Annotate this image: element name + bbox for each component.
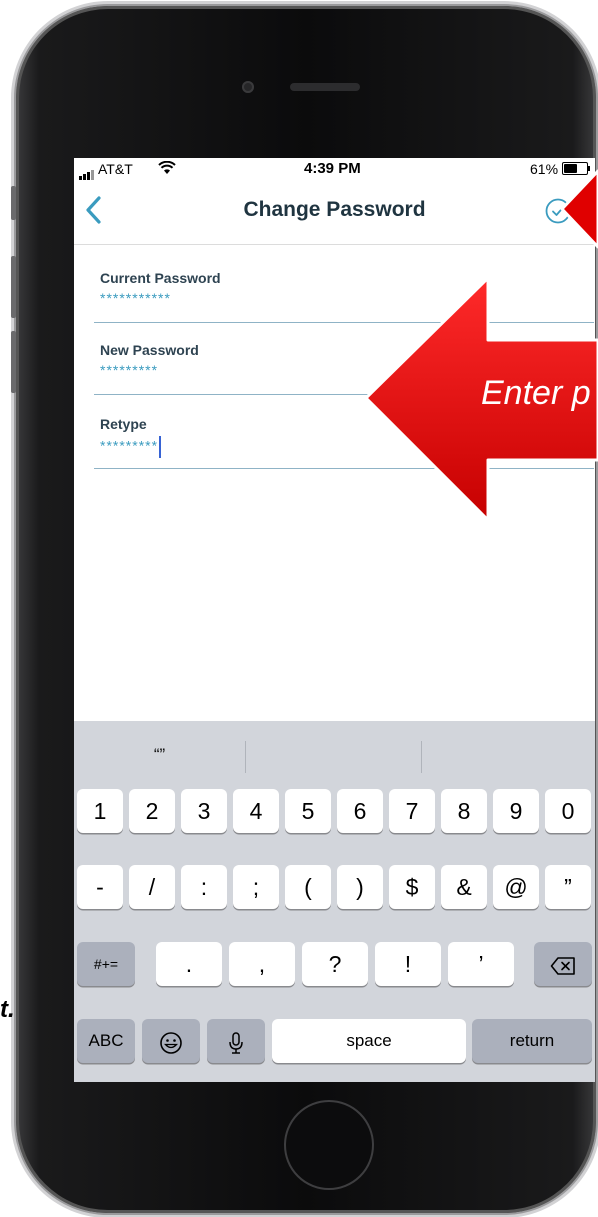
suggestion-bar: “” <box>74 721 595 789</box>
space-key[interactable]: space <box>272 1019 466 1063</box>
key-3[interactable]: 3 <box>181 789 227 833</box>
key-hyphen[interactable]: - <box>77 865 123 909</box>
key-1[interactable]: 1 <box>77 789 123 833</box>
key-5[interactable]: 5 <box>285 789 331 833</box>
key-colon[interactable]: : <box>181 865 227 909</box>
carrier-label: AT&T <box>98 161 133 177</box>
emoji-icon <box>160 1032 182 1054</box>
key-ampersand[interactable]: & <box>441 865 487 909</box>
keyboard: “” 1234567890 - /:;() $ & @” .,?!’ #+= ABC s… <box>74 721 595 1082</box>
symbols-shift-key[interactable]: #+= <box>77 942 135 986</box>
key-2[interactable]: 2 <box>129 789 175 833</box>
retype-password-label: Retype <box>100 416 147 432</box>
mute-switch <box>11 186 16 220</box>
volume-up-button <box>11 256 16 318</box>
key-exclamation[interactable]: ! <box>375 942 441 986</box>
home-button[interactable] <box>284 1100 374 1190</box>
page-title: Change Password <box>243 198 426 221</box>
emoji-key[interactable] <box>142 1019 200 1063</box>
key-apostrophe[interactable]: ’ <box>448 942 514 986</box>
arrow-caption: Enter p <box>481 374 591 412</box>
wifi-icon <box>158 160 176 178</box>
dictation-key[interactable] <box>207 1019 265 1063</box>
key-comma[interactable]: , <box>229 942 295 986</box>
key-close-paren[interactable]: ) <box>337 865 383 909</box>
current-password-label: Current Password <box>100 270 221 286</box>
retype-password-input[interactable]: ********* <box>100 436 162 458</box>
key-4[interactable]: 4 <box>233 789 279 833</box>
microphone-icon <box>229 1032 243 1054</box>
key-question[interactable]: ? <box>302 942 368 986</box>
new-password-input[interactable]: ********* <box>100 362 158 378</box>
volume-down-button <box>11 331 16 393</box>
key-at[interactable]: @ <box>493 865 539 909</box>
key-period[interactable]: . <box>156 942 222 986</box>
suggestion-empty-middle[interactable] <box>246 721 421 789</box>
key-9[interactable]: 9 <box>493 789 539 833</box>
return-key[interactable]: return <box>472 1019 592 1063</box>
suggestion-quotes[interactable]: “” <box>74 721 245 789</box>
key-6[interactable]: 6 <box>337 789 383 833</box>
status-bar: AT&T 4:39 PM 61% <box>74 158 595 180</box>
earpiece-speaker <box>290 83 360 91</box>
red-annotation-arrow-small <box>560 169 598 249</box>
signal-icon <box>79 164 95 180</box>
battery-percentage: 61% <box>530 161 559 177</box>
retype-password-value: ********* <box>100 437 159 454</box>
text-caret <box>159 436 162 458</box>
current-password-input[interactable]: *********** <box>100 290 171 306</box>
backspace-key[interactable] <box>534 942 592 986</box>
suggestion-empty-right[interactable] <box>422 721 595 789</box>
status-time: 4:39 PM <box>304 160 361 177</box>
key-semicolon[interactable]: ; <box>233 865 279 909</box>
side-text-fragment: t. <box>0 996 15 1023</box>
navigation-bar: Change Password <box>74 180 595 245</box>
key-7[interactable]: 7 <box>389 789 435 833</box>
key-8[interactable]: 8 <box>441 789 487 833</box>
key-dollar[interactable]: $ <box>389 865 435 909</box>
backspace-icon <box>550 957 575 975</box>
new-password-label: New Password <box>100 342 199 358</box>
key-slash[interactable]: / <box>129 865 175 909</box>
abc-key[interactable]: ABC <box>77 1019 135 1063</box>
key-0[interactable]: 0 <box>545 789 591 833</box>
front-camera <box>242 81 254 93</box>
key-open-paren[interactable]: ( <box>285 865 331 909</box>
phone-frame: AT&T 4:39 PM 61% Change Password Current… <box>11 6 596 1213</box>
key-quote[interactable]: ” <box>545 865 591 909</box>
